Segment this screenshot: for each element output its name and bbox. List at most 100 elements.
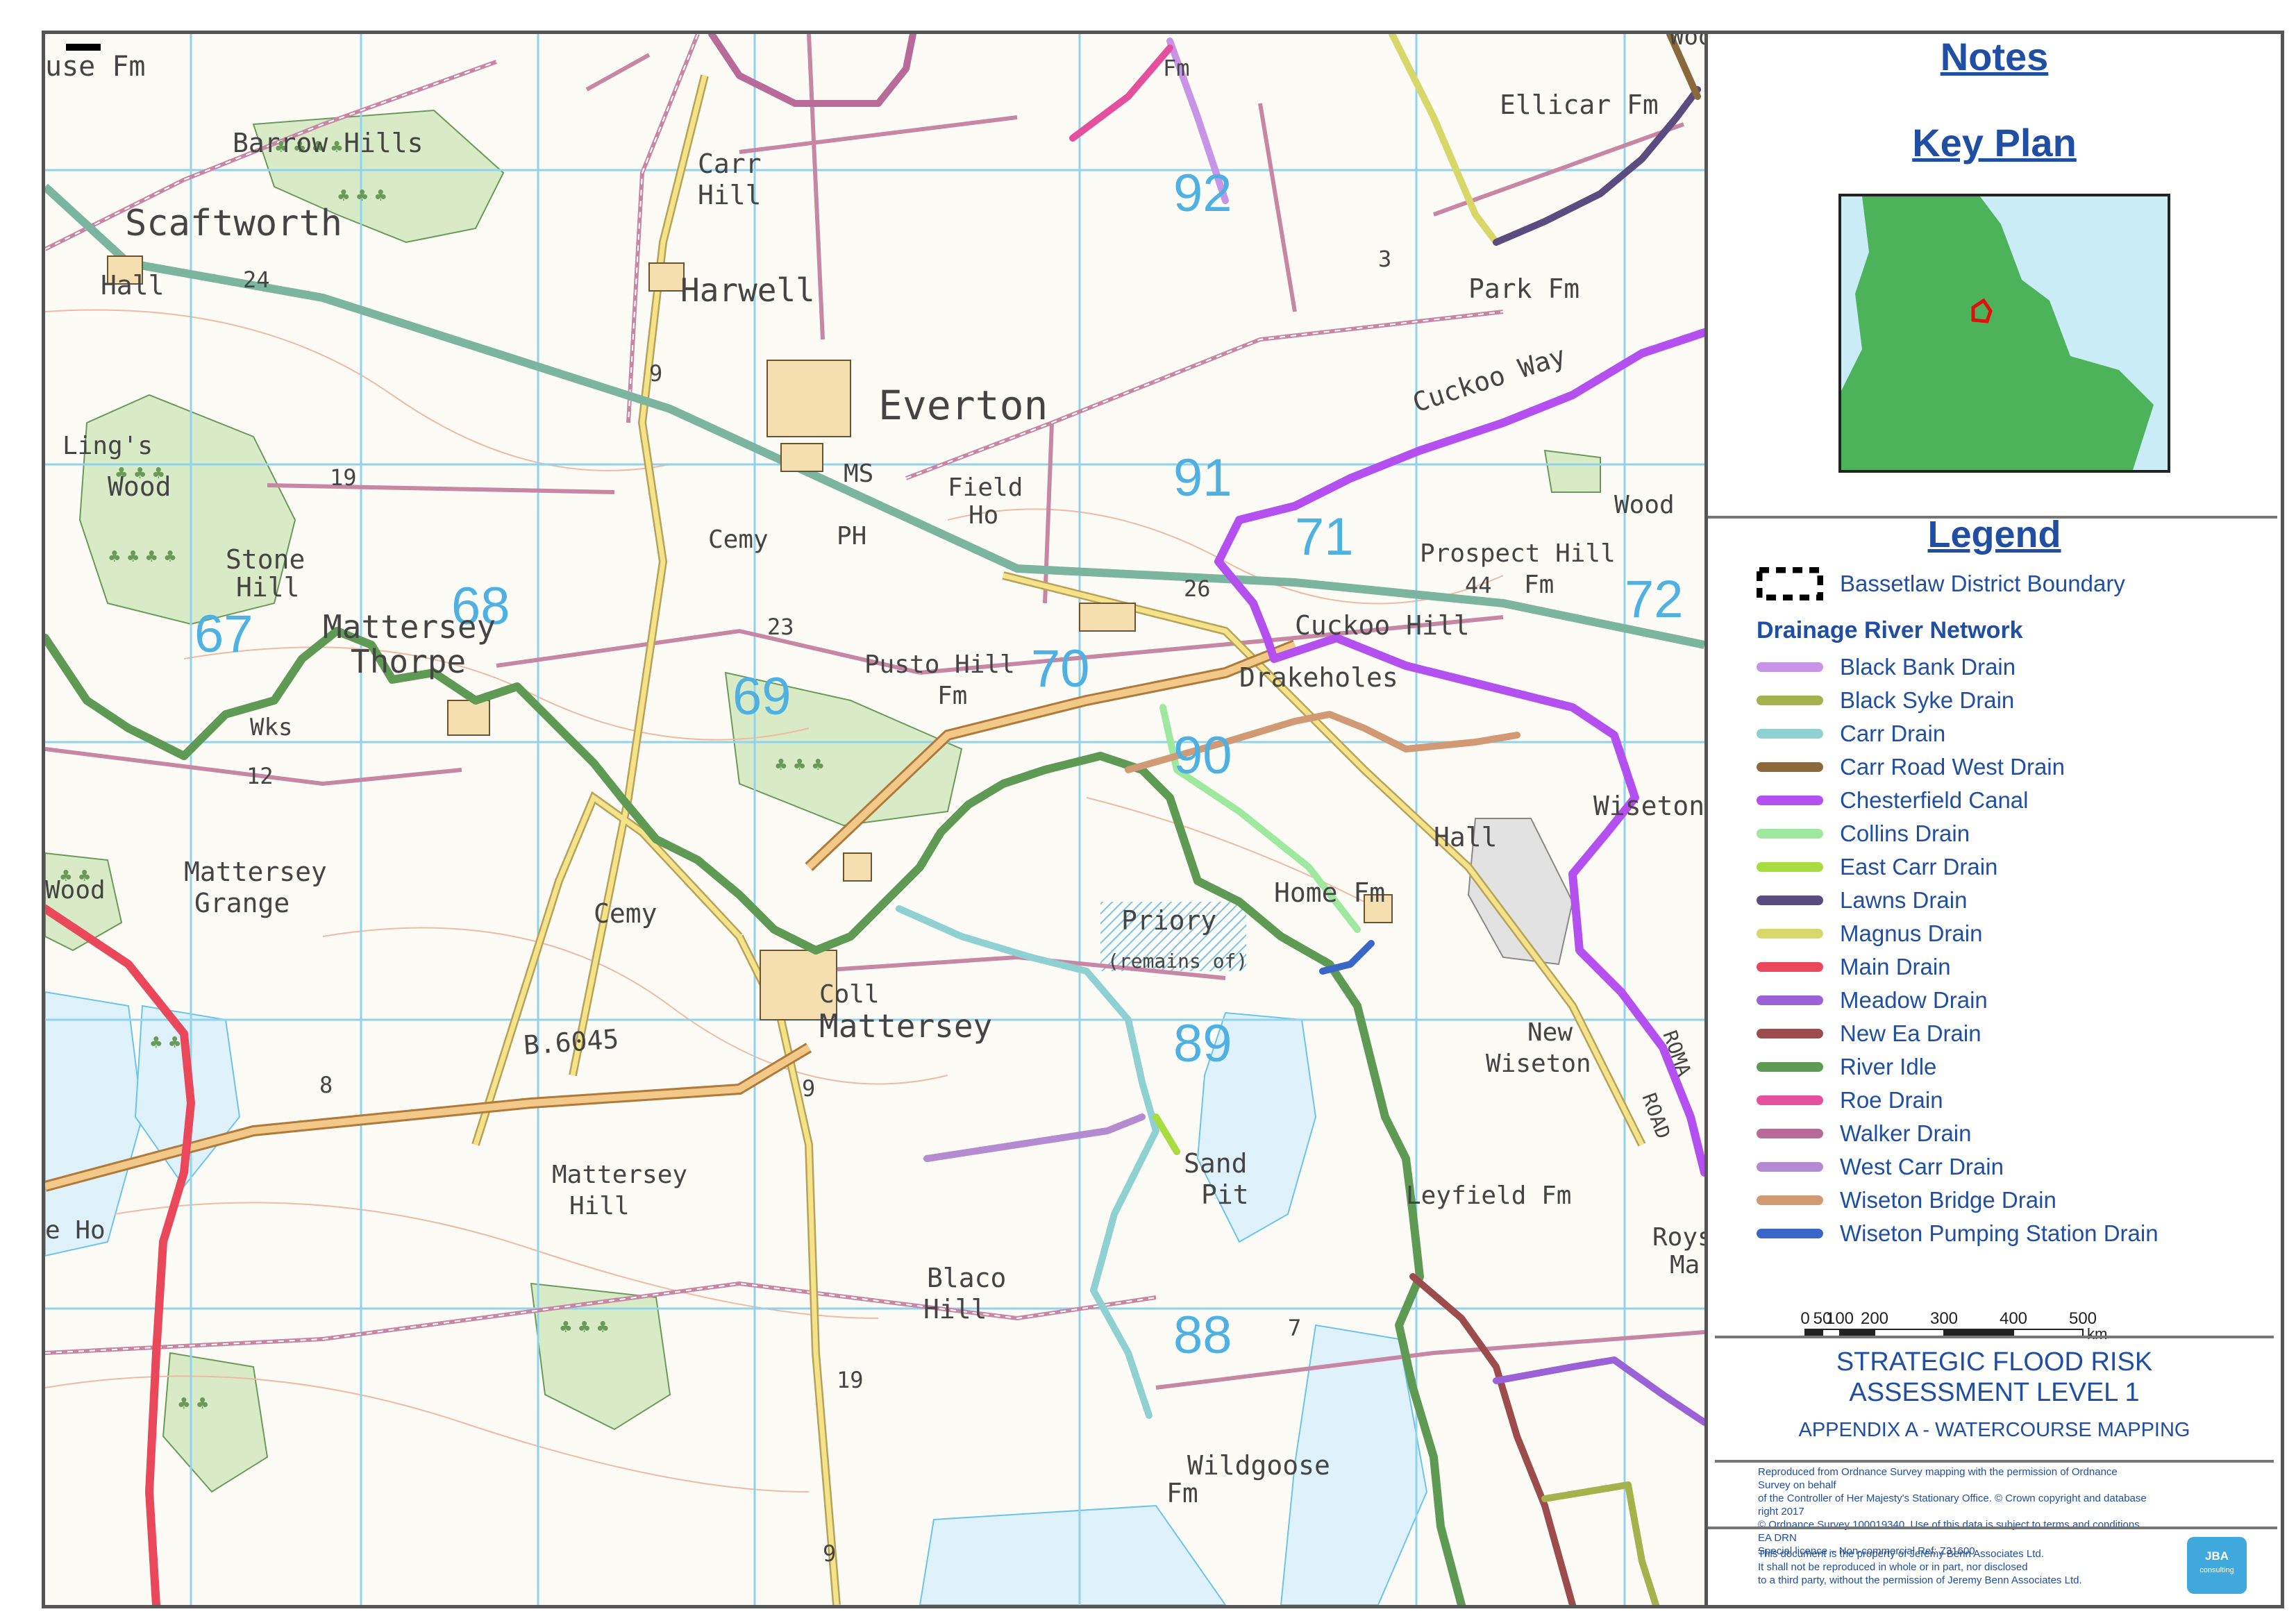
scale-tick-label: 100 (1826, 1309, 1854, 1328)
notes-title: Notes (1940, 35, 2049, 78)
side-panel: Notes Key Plan Legend Bassetlaw District… (1708, 34, 2281, 1605)
legend-row-lawns-drain: Lawns Drain (1757, 885, 1967, 916)
place-label: Coll (819, 980, 880, 1009)
legend-row-black-syke-drain: Black Syke Drain (1757, 685, 2014, 716)
place-label: Pusto Hill (864, 650, 1015, 679)
map-corner-mark (66, 44, 101, 51)
legend-row-collins-drain: Collins Drain (1757, 818, 1970, 849)
place-label: Wood (108, 471, 171, 502)
legend-swatch (1757, 1129, 1823, 1138)
place-label: Ho (969, 501, 998, 530)
place-label: Cuckoo Hill (1295, 610, 1470, 641)
grid-label: 88 (1173, 1306, 1232, 1365)
place-label: 3 (1378, 246, 1391, 272)
legend-row-wiseton-bridge-drain: Wiseton Bridge Drain (1757, 1185, 2056, 1216)
key-plan-map[interactable] (1838, 194, 2170, 473)
black-syke-drain (1541, 1481, 1659, 1605)
map-view[interactable]: ♣ ♣ ♣ ♣ ♣ ♣ ♣ ♣ ♣ ♣ ♣ ♣ ♣ ♣ ♣ ♣ ♣ ♣ ♣ ♣ … (45, 34, 1708, 1605)
legend-swatch (1757, 962, 1823, 972)
boundary-label: Bassetlaw District Boundary (1840, 571, 2125, 596)
legend-swatch (1757, 1229, 1823, 1238)
place-label: Mattersey (819, 1007, 992, 1045)
legend-label: Meadow Drain (1840, 987, 1988, 1013)
network-heading: Drainage River Network (1757, 617, 2023, 644)
boundary-swatch (1756, 566, 1824, 601)
key-plan-title: Key Plan (1912, 121, 2077, 165)
legend-row-wiseton-pumping-station-drain: Wiseton Pumping Station Drain (1757, 1218, 2159, 1249)
legend-label: Carr Road West Drain (1840, 754, 2065, 780)
scale-tick-label: 200 (1861, 1309, 1888, 1328)
svg-text:♣ ♣ ♣: ♣ ♣ ♣ (559, 1319, 610, 1336)
place-label: e Ho (45, 1216, 106, 1245)
place-label: MS (844, 460, 873, 488)
legend-label: Main Drain (1840, 954, 1951, 979)
svg-text:♣ ♣: ♣ ♣ (177, 1395, 209, 1413)
key-plan-canvas (1841, 196, 2154, 470)
place-label: use Fm (45, 51, 146, 83)
place-label: Wiseton (1593, 791, 1704, 821)
legend-label: Wiseton Bridge Drain (1840, 1187, 2056, 1213)
legend-label: Collins Drain (1840, 821, 1970, 846)
carr-drain (896, 905, 1159, 1419)
legend-label: Lawns Drain (1840, 887, 1968, 913)
place-label: Home Fm (1274, 877, 1385, 908)
legend-swatch (1757, 1195, 1823, 1205)
place-label: B.6045 (523, 1024, 620, 1061)
place-label: Pit (1201, 1179, 1249, 1210)
legend-label: Chesterfield Canal (1840, 787, 2029, 813)
place-label: Priory (1121, 905, 1216, 936)
legend-label: Black Syke Drain (1840, 687, 2015, 713)
place-label: 12 (246, 763, 274, 789)
grid-label: 67 (194, 605, 253, 664)
place-label: Fm (1524, 571, 1554, 599)
legend-label: East Carr Drain (1840, 854, 1998, 880)
legend-swatch (1757, 1095, 1823, 1105)
disclaimer-line: It shall not be reproduced in whole or i… (1758, 1561, 2028, 1573)
legend-swatch (1757, 829, 1823, 839)
jba-logo: JBA consulting (2187, 1537, 2247, 1594)
place-label: Wiseton (1486, 1050, 1591, 1078)
title-block: STRATEGIC FLOOD RISK ASSESSMENT LEVEL 1 … (1715, 1336, 2274, 1463)
place-label: Fm (1166, 1478, 1198, 1508)
place-label: Wood (1670, 34, 1704, 51)
place-label: 7 (1288, 1315, 1301, 1341)
legend-swatch (1757, 762, 1823, 772)
place-label: 9 (823, 1540, 836, 1567)
wiseton-pumping-station-drain (1319, 940, 1375, 975)
place-label: 23 (767, 614, 794, 640)
place-label: Everton (878, 382, 1048, 429)
jba-logo-sub: consulting (2199, 1566, 2234, 1574)
place-label: Wildgoose (1187, 1450, 1330, 1481)
legend-row-boundary: Bassetlaw District Boundary (1756, 566, 2125, 601)
place-label: Thorpe (351, 643, 466, 680)
legend-row-magnus-drain: Magnus Drain (1757, 918, 1982, 949)
jba-logo-text: JBA (2204, 1549, 2229, 1563)
legend-swatch (1757, 862, 1823, 872)
england-landmass (1841, 196, 2154, 470)
legend-row-carr-road-west-drain: Carr Road West Drain (1757, 752, 2065, 782)
grid-label: 72 (1625, 570, 1684, 629)
legend-row-walker-drain: Walker Drain (1757, 1118, 1971, 1149)
legend-row-river-idle: River Idle (1757, 1052, 1936, 1082)
legend-label: Wiseton Pumping Station Drain (1840, 1220, 2159, 1246)
legend-swatch (1757, 929, 1823, 939)
svg-text:♣ ♣: ♣ ♣ (149, 1034, 181, 1052)
svg-text:♣ ♣ ♣ ♣: ♣ ♣ ♣ ♣ (108, 548, 177, 566)
grid-label: 89 (1173, 1014, 1232, 1073)
map-sheet: ♣ ♣ ♣ ♣ ♣ ♣ ♣ ♣ ♣ ♣ ♣ ♣ ♣ ♣ ♣ ♣ ♣ ♣ ♣ ♣ … (42, 31, 2284, 1608)
place-label: Blaco (927, 1263, 1006, 1293)
legend-label: Roe Drain (1840, 1087, 1943, 1113)
new-ea-drain (1409, 1273, 1576, 1605)
svg-text:♣ ♣ ♣: ♣ ♣ ♣ (337, 187, 387, 205)
place-label: Wood (45, 876, 106, 905)
place-label: 19 (330, 464, 357, 491)
grid-label: 69 (732, 667, 791, 726)
legend-row-carr-drain: Carr Drain (1757, 718, 1945, 749)
legend-row-west-carr-drain: West Carr Drain (1757, 1152, 2004, 1182)
legend-swatch (1757, 1029, 1823, 1038)
place-label: Scaftworth (125, 203, 342, 244)
place-label: Hill (698, 180, 762, 210)
disclaimer-line: This document is the property of Jeremy … (1758, 1548, 2044, 1560)
place-label: Hill (236, 572, 300, 603)
copyright-line: Reproduced from Ordnance Survey mapping … (1758, 1466, 2118, 1491)
